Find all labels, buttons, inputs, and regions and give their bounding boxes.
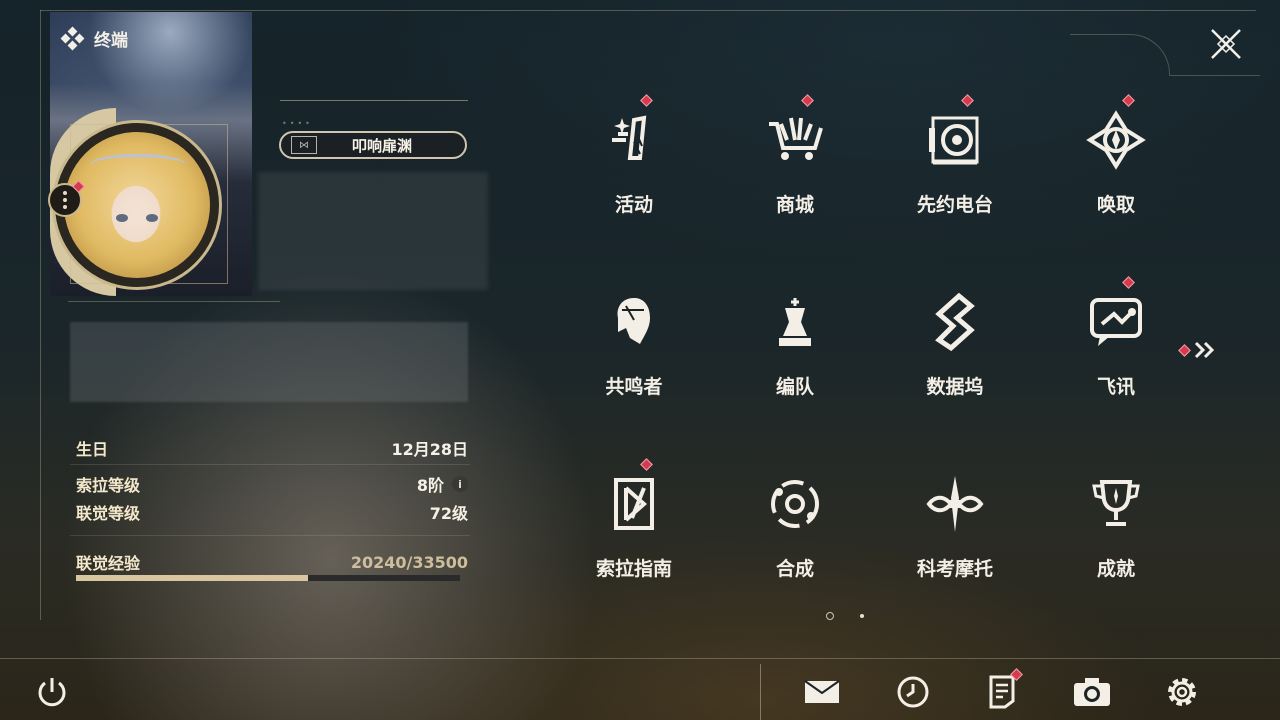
- redacted-player-info: [258, 172, 488, 290]
- notes-icon: [989, 675, 1015, 709]
- bottom-bar-separator: [760, 664, 761, 720]
- menu-item-radio[interactable]: 先约电台: [875, 88, 1035, 248]
- synthesis-icon: [765, 474, 825, 534]
- birthday-label: 生日: [76, 440, 109, 459]
- chat-icon: [1086, 292, 1146, 352]
- trophy-icon: [1086, 474, 1146, 534]
- frame-corner-line: [1170, 75, 1260, 76]
- notification-badge: [961, 94, 974, 107]
- menu-item-trophy[interactable]: 成就: [1036, 452, 1196, 612]
- title-tag-button[interactable]: ⋈ 叩响扉渊: [279, 131, 467, 159]
- union-level-value: 72级: [429, 504, 468, 523]
- power-icon: [38, 678, 66, 707]
- sola-level-row: 索拉等级 8阶 i: [76, 472, 468, 496]
- birthday-value: 12月28日: [391, 440, 468, 459]
- menu-item-label: 唤取: [1096, 194, 1135, 216]
- birthday-row: 生日 12月28日: [76, 436, 468, 460]
- notes-button[interactable]: [982, 668, 1023, 712]
- union-level-row: 联觉等级 72级: [76, 500, 468, 524]
- menu-item-shop-cart[interactable]: 商城: [715, 88, 875, 248]
- card-title: 终端: [60, 26, 128, 51]
- divider: [68, 301, 280, 302]
- next-page-badge: [1178, 343, 1191, 357]
- radio-icon: [925, 110, 985, 170]
- menu-item-label: 先约电台: [916, 194, 993, 216]
- union-level-label: 联觉等级: [76, 504, 141, 523]
- frame-left-line: [40, 10, 41, 620]
- camera-icon: [1074, 678, 1110, 706]
- gear-icon: [1168, 678, 1196, 706]
- history-button[interactable]: [893, 672, 933, 712]
- menu-item-label: 成就: [1096, 558, 1135, 580]
- resonator-icon: [604, 292, 664, 352]
- data-dock-icon: [925, 292, 985, 352]
- divider: [70, 464, 470, 465]
- menu-item-synthesis[interactable]: 合成: [715, 452, 875, 612]
- avatar[interactable]: [64, 132, 210, 278]
- close-icon: [1211, 29, 1241, 59]
- team-icon: [765, 292, 825, 352]
- menu-item-chat[interactable]: 飞讯: [1036, 270, 1196, 430]
- convene-icon: [1086, 110, 1146, 170]
- title-tag-label: 叩响扉渊: [351, 136, 412, 155]
- sola-level-label: 索拉等级: [76, 476, 141, 495]
- close-button[interactable]: [1206, 24, 1246, 64]
- menu-item-team[interactable]: 编队: [715, 270, 875, 430]
- camera-button[interactable]: [1072, 672, 1112, 712]
- menu-item-label: 数据坞: [926, 376, 984, 398]
- sola-level-value-wrap: 8阶 i: [417, 472, 468, 496]
- motorcycle-icon: [925, 474, 985, 534]
- notification-badge: [801, 94, 814, 107]
- settings-button[interactable]: [1162, 672, 1202, 712]
- menu-item-label: 共鸣者: [605, 376, 663, 398]
- page-dot[interactable]: [860, 614, 864, 618]
- notification-badge: [1122, 276, 1135, 289]
- page-dot-current[interactable]: [826, 612, 834, 620]
- frame-corner: [1070, 34, 1170, 76]
- next-page-button[interactable]: [1178, 340, 1219, 360]
- decor-dots: ••••: [282, 119, 313, 128]
- divider: [70, 535, 470, 536]
- mail-icon: [804, 680, 840, 703]
- menu-item-guidebook[interactable]: 索拉指南: [554, 452, 714, 612]
- diamond-logo-icon: [60, 26, 85, 50]
- union-exp-label: 联觉经验: [76, 554, 141, 573]
- shop-cart-icon: [765, 110, 825, 170]
- power-button[interactable]: [32, 672, 72, 712]
- events-icon: [604, 110, 664, 170]
- exp-progress-fill: [76, 575, 308, 581]
- sola-level-value: 8阶: [416, 476, 444, 495]
- name-underline: [280, 100, 468, 101]
- menu-item-label: 飞讯: [1096, 376, 1135, 398]
- union-exp-value: 20240/33500: [350, 552, 468, 572]
- menu-item-motorcycle[interactable]: 科考摩托: [875, 452, 1035, 612]
- frame-top-line: [40, 10, 1256, 11]
- card-title-text: 终端: [94, 31, 128, 51]
- redacted-signature: [70, 322, 468, 402]
- union-exp-row: 联觉经验 20240/33500: [76, 550, 468, 574]
- notification-badge: [1122, 94, 1135, 107]
- menu-item-label: 索拉指南: [595, 558, 672, 580]
- mail-button[interactable]: [802, 672, 842, 712]
- menu-item-convene[interactable]: 唤取: [1036, 88, 1196, 248]
- guidebook-icon: [604, 474, 664, 534]
- menu-item-label: 科考摩托: [916, 558, 993, 580]
- menu-item-label: 商城: [775, 194, 814, 216]
- menu-item-resonator[interactable]: 共鸣者: [554, 270, 714, 430]
- bottom-bar-line: [0, 658, 1280, 659]
- double-chevron-right-icon: [1194, 341, 1215, 359]
- menu-item-events[interactable]: 活动: [554, 88, 714, 248]
- page-indicator: [826, 612, 864, 620]
- notification-badge: [640, 458, 653, 471]
- menu-item-data-dock[interactable]: 数据坞: [875, 270, 1035, 430]
- menu-item-label: 合成: [775, 558, 814, 580]
- notification-badge: [640, 94, 653, 107]
- menu-item-label: 编队: [775, 376, 814, 398]
- title-tag-icon: ⋈: [291, 136, 317, 154]
- info-icon[interactable]: i: [452, 476, 468, 492]
- menu-item-label: 活动: [614, 194, 653, 216]
- clock-icon: [897, 676, 929, 708]
